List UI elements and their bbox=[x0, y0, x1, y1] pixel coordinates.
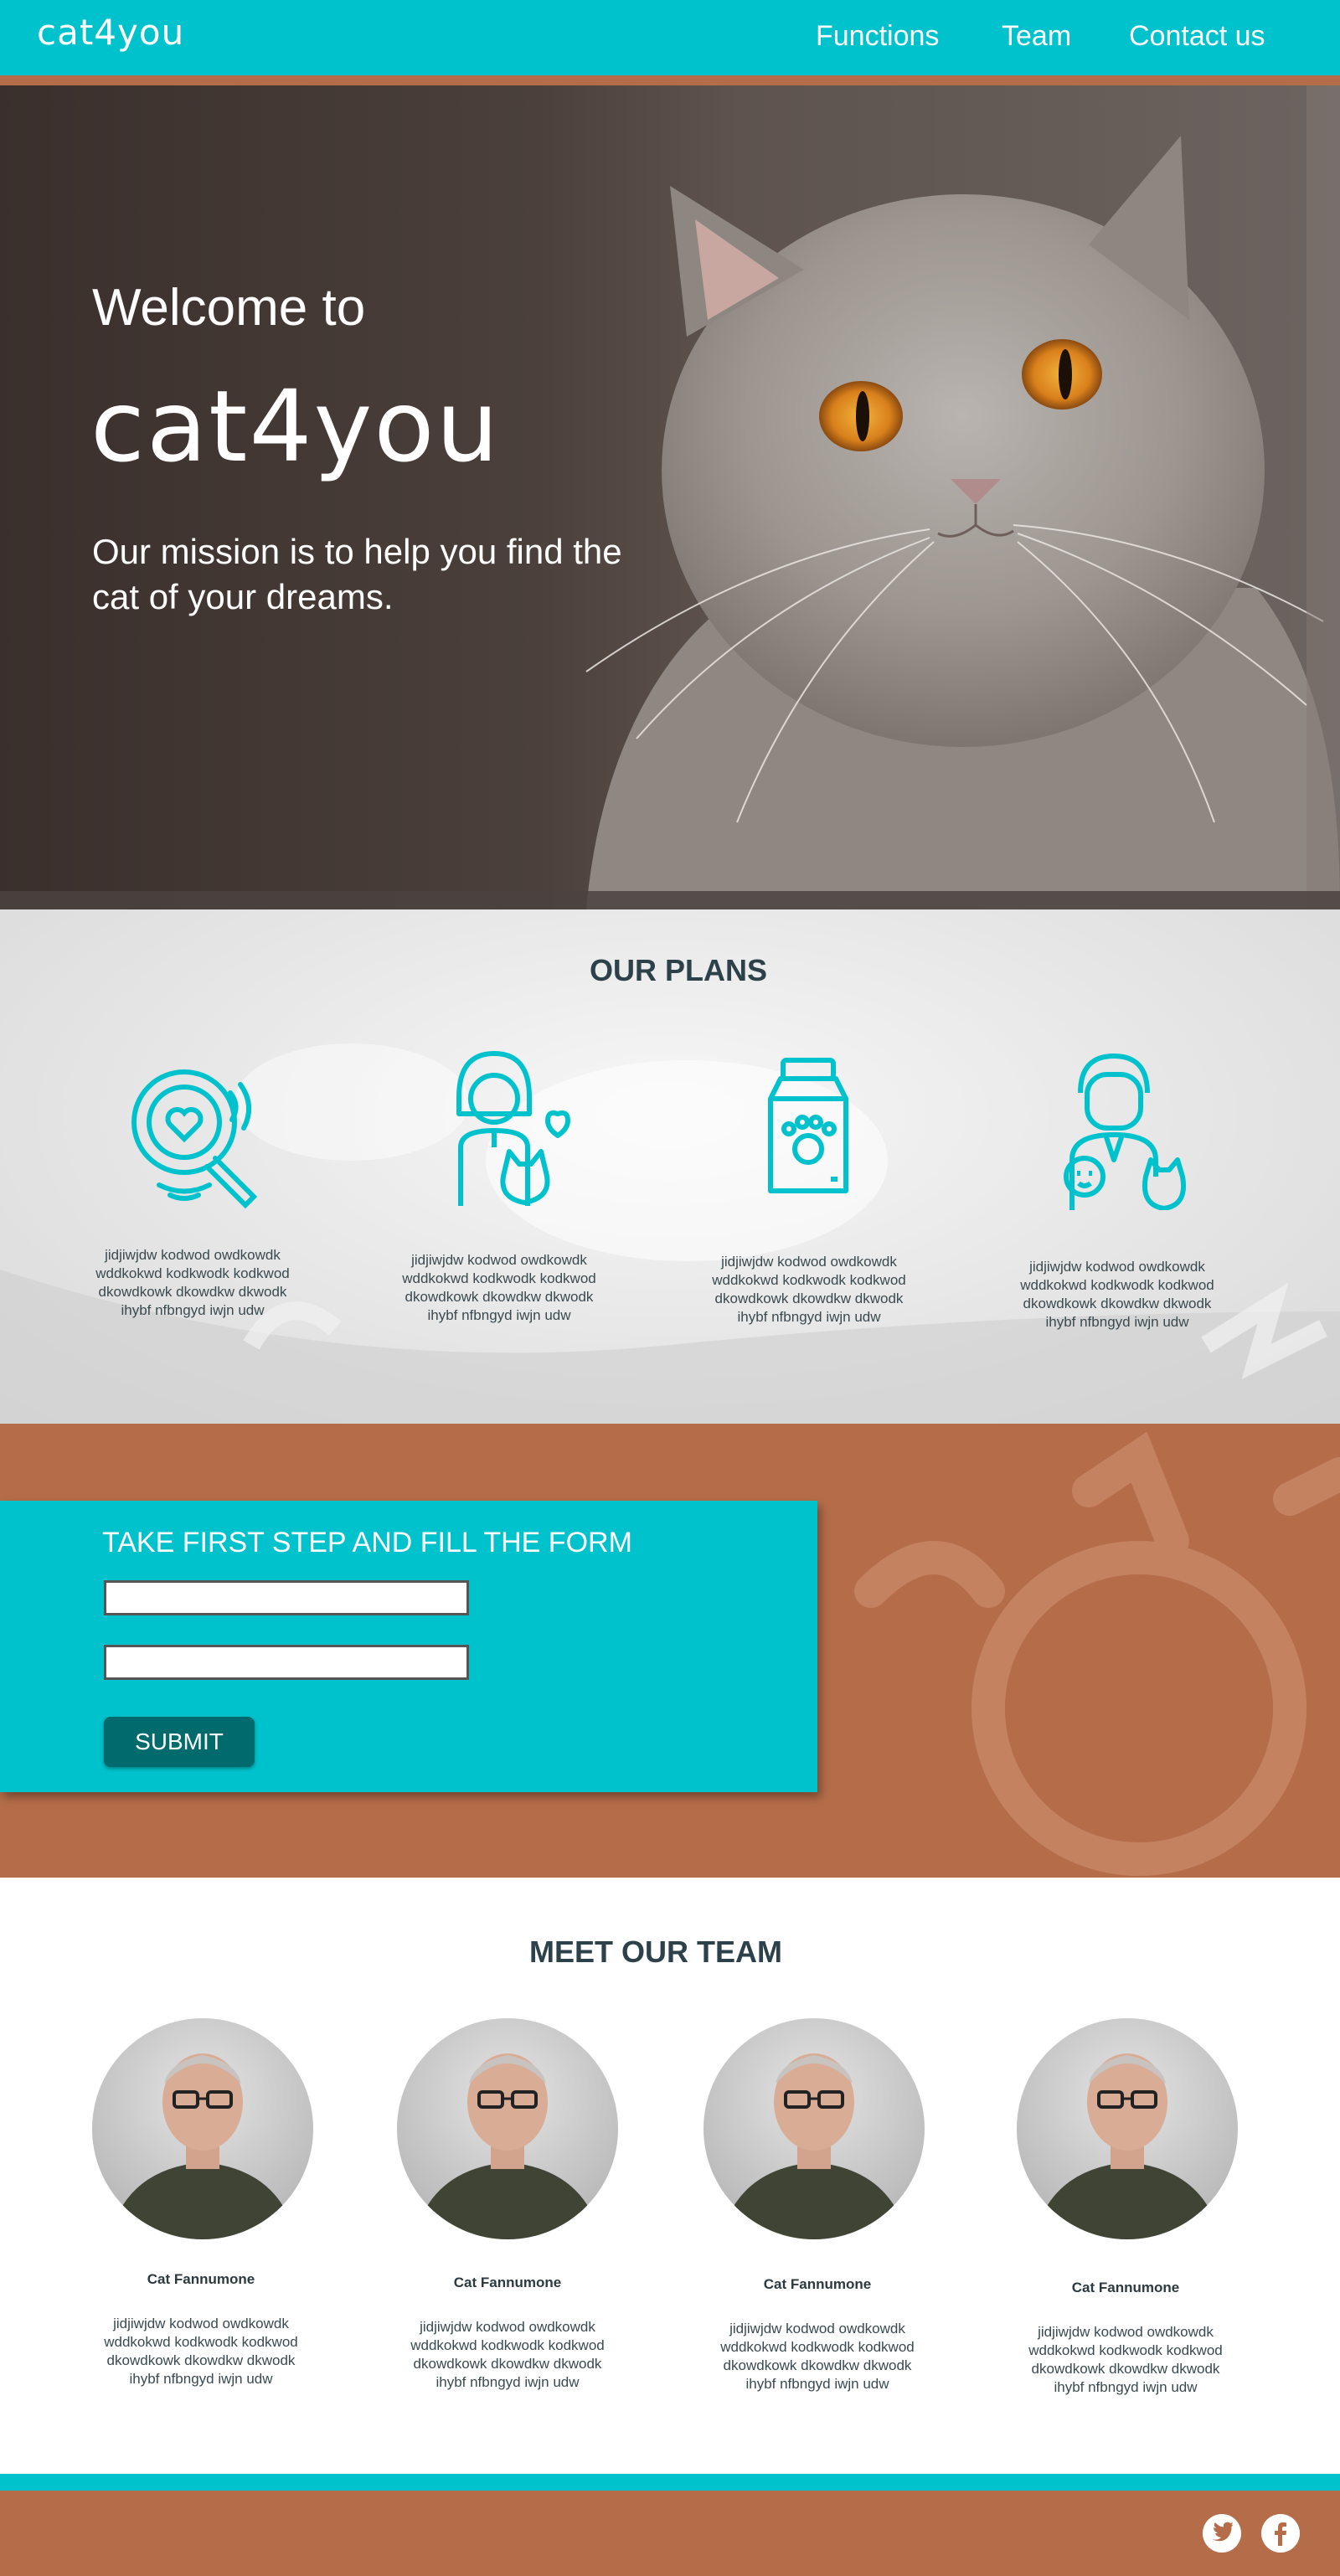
team-member-text-2: jidjiwjdw kodwod owdkowdk wddkokwd kodkw… bbox=[410, 2319, 605, 2390]
footer-accent-strip bbox=[0, 2474, 1340, 2491]
hero-welcome-text: Welcome to bbox=[92, 279, 366, 337]
team-title: MEET OUR TEAM bbox=[529, 1935, 782, 1969]
plan-text-2: jidjiwjdw kodwod owdkowdk wddkokwd kodkw… bbox=[402, 1252, 596, 1323]
plan-text-1: jidjiwjdw kodwod owdkowdk wddkokwd kodkw… bbox=[95, 1247, 290, 1318]
hero-section bbox=[0, 85, 1340, 909]
logo[interactable]: cat4you bbox=[37, 12, 184, 53]
form-field-1[interactable] bbox=[104, 1580, 469, 1615]
team-member-photo-4 bbox=[1017, 2018, 1238, 2239]
team-member-name-2: Cat Fannumone bbox=[453, 2275, 562, 2290]
person-with-cat-icon bbox=[436, 1047, 578, 1206]
plan-text-4: jidjiwjdw kodwod owdkowdk wddkokwd kodkw… bbox=[1020, 1259, 1214, 1330]
form-field-2[interactable] bbox=[104, 1645, 469, 1680]
team-member-text-1: jidjiwjdw kodwod owdkowdk wddkokwd kodkw… bbox=[104, 2316, 298, 2387]
hero-brand-logo: cat4you bbox=[90, 368, 501, 484]
team-member-name-4: Cat Fannumone bbox=[1071, 2280, 1180, 2295]
cat-food-icon bbox=[737, 1057, 879, 1208]
search-heart-icon bbox=[121, 1059, 264, 1210]
team-member-photo-1 bbox=[92, 2018, 313, 2239]
plans-title: OUR PLANS bbox=[589, 953, 767, 987]
team-member-name-3: Cat Fannumone bbox=[763, 2276, 872, 2292]
nav-team[interactable]: Team bbox=[1002, 20, 1071, 53]
facebook-icon[interactable] bbox=[1261, 2514, 1300, 2553]
team-member-photo-2 bbox=[397, 2018, 618, 2239]
hero-cat-image bbox=[585, 85, 1340, 909]
team-member-text-4: jidjiwjdw kodwod owdkowdk wddkokwd kodkw… bbox=[1028, 2324, 1223, 2395]
team-member-text-3: jidjiwjdw kodwod owdkowdk wddkokwd kodkw… bbox=[720, 2321, 915, 2392]
nav-contact-us[interactable]: Contact us bbox=[1129, 20, 1265, 53]
hero-mission-text: Our mission is to help you find the cat … bbox=[92, 532, 622, 616]
twitter-icon[interactable] bbox=[1203, 2514, 1241, 2553]
plan-text-3: jidjiwjdw kodwod owdkowdk wddkokwd kodkw… bbox=[712, 1254, 906, 1325]
submit-button[interactable]: SUBMIT bbox=[104, 1717, 255, 1767]
header-accent-strip bbox=[0, 75, 1340, 85]
form-title: TAKE FIRST STEP AND FILL THE FORM bbox=[102, 1527, 632, 1558]
team-member-photo-3 bbox=[704, 2018, 925, 2239]
footer bbox=[0, 2491, 1340, 2576]
nav-functions[interactable]: Functions bbox=[816, 20, 939, 53]
vet-with-pets-icon bbox=[1047, 1051, 1189, 1211]
team-member-name-1: Cat Fannumone bbox=[147, 2271, 255, 2287]
hero-bottom-bar bbox=[0, 891, 1340, 909]
